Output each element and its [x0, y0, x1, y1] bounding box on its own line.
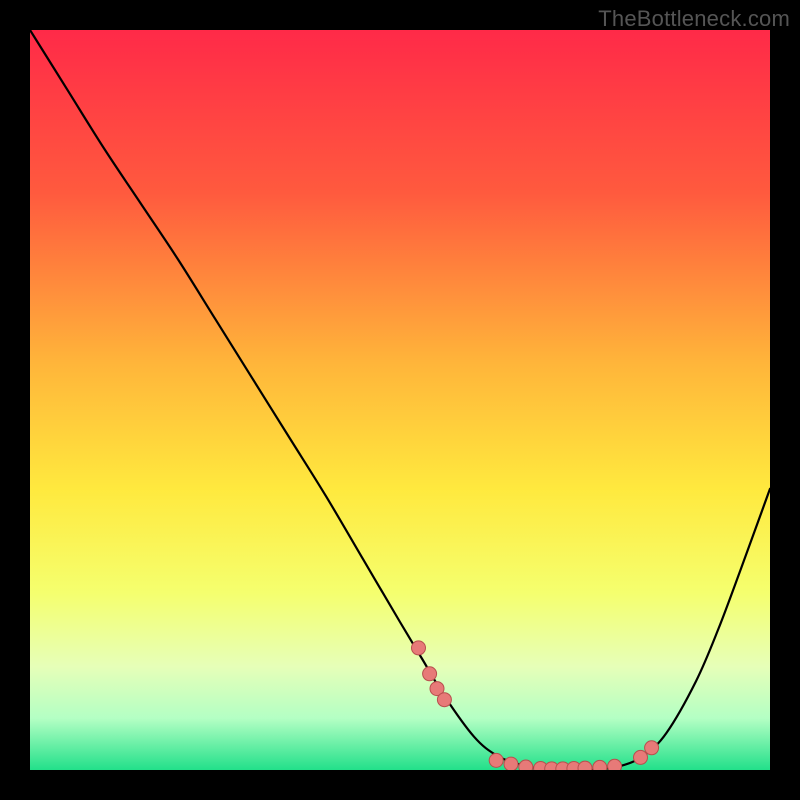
marker-point [593, 760, 607, 770]
plot-area [30, 30, 770, 770]
chart-svg [30, 30, 770, 770]
marker-point [519, 760, 533, 770]
marker-point [608, 759, 622, 770]
marker-point [504, 757, 518, 770]
marker-point [489, 753, 503, 767]
watermark-text: TheBottleneck.com [598, 6, 790, 32]
marker-point [412, 641, 426, 655]
marker-point [634, 750, 648, 764]
marker-point [437, 693, 451, 707]
gradient-background [30, 30, 770, 770]
chart-frame: TheBottleneck.com [0, 0, 800, 800]
marker-point [578, 761, 592, 770]
marker-point [423, 667, 437, 681]
marker-point [645, 741, 659, 755]
